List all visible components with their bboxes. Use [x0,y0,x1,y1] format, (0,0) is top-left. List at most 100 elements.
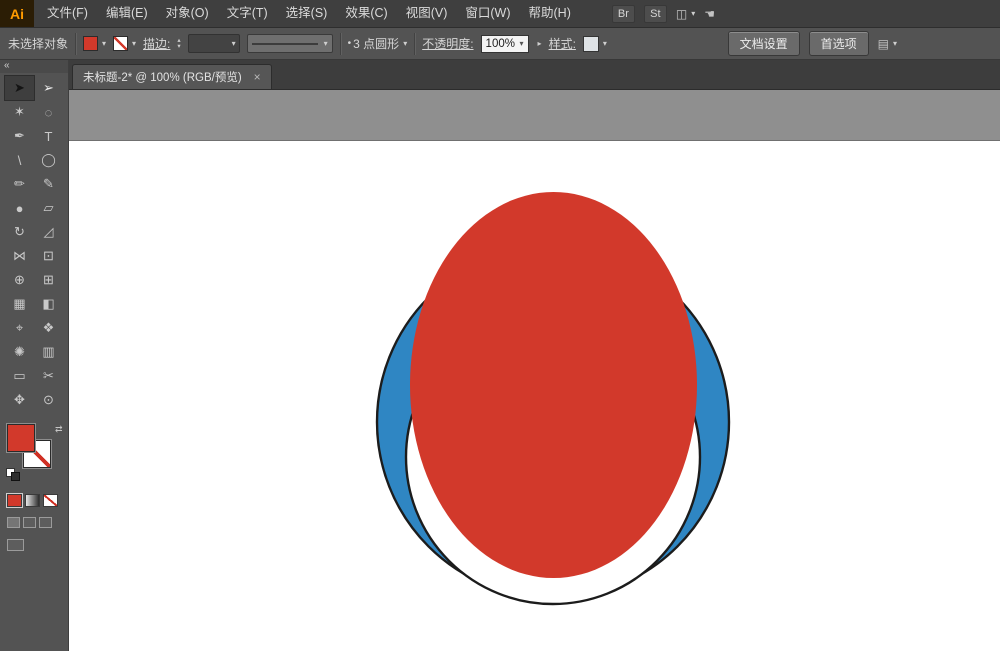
panel-menu-icon: ▤ [877,36,889,51]
line-segment-tool[interactable]: \ [5,148,34,172]
pencil-tool[interactable]: ✎ [34,172,63,196]
style-label[interactable]: 样式: [549,35,576,52]
draw-behind-button[interactable] [23,517,36,528]
direct-selection-tool[interactable]: ➢ [34,76,63,100]
opacity-label[interactable]: 不透明度: [422,35,473,52]
perspective-grid-tool[interactable]: ⊞ [34,268,63,292]
document-area: 未标题-2* @ 100% (RGB/预览) × [69,60,1000,651]
style-dropdown[interactable]: ▾ [582,35,607,52]
color-mode-button[interactable] [6,493,23,508]
lasso-tool[interactable]: ◌ [34,100,63,124]
paintbrush-tool[interactable]: ✏ [5,172,34,196]
symbol-sprayer-tool[interactable]: ✺ [5,340,34,364]
separator [414,32,416,55]
menu-effect[interactable]: 效果(C) [336,0,396,27]
style-swatch-icon [582,35,599,52]
control-bar-right: 文档设置 首选项 ▤ ▾ [727,31,897,56]
width-profile-dropdown[interactable]: ▾ [246,34,333,53]
hand-stamp-icon[interactable]: ☚ [704,7,715,21]
pen-tool[interactable]: ✒ [5,124,34,148]
artwork-layer [375,192,731,606]
rotate-tool[interactable]: ↻ [5,220,34,244]
document-tab[interactable]: 未标题-2* @ 100% (RGB/预览) × [72,64,272,89]
stroke-weight-stepper[interactable]: ▴ ▾ [177,37,181,50]
chevron-down-icon: ▾ [892,39,897,48]
arrange-documents-icon: ◫ [675,6,688,21]
default-fill-stroke-icon[interactable] [6,468,22,482]
stroke-swatch-icon [113,36,129,51]
column-graph-tool[interactable]: ▥ [34,340,63,364]
chevron-down-icon: ▾ [132,39,137,48]
menu-file[interactable]: 文件(F) [38,0,97,27]
tab-close-icon[interactable]: × [254,70,261,84]
separator [75,32,77,55]
screen-mode-button[interactable] [7,539,24,551]
chevron-down-icon: ▾ [102,39,107,48]
red-ellipse-shape[interactable] [410,192,697,578]
control-bar: 未选择对象 ▾ ▾ 描边: ▴ ▾ ▾ ▾ • 3 点圆形 ▾ 不透明度: 10… [0,28,1000,60]
brush-preview-icon: • [347,38,352,49]
type-tool[interactable]: T [34,124,63,148]
menu-view[interactable]: 视图(V) [397,0,457,27]
stroke-color-control[interactable]: ▾ [113,36,136,51]
document-setup-button[interactable]: 文档设置 [727,31,800,56]
document-tab-bar: 未标题-2* @ 100% (RGB/预览) × [69,60,1000,90]
draw-inside-button[interactable] [39,517,52,528]
chevron-down-icon: ▾ [602,39,607,48]
artboard-tool[interactable]: ▭ [5,364,34,388]
chevron-down-icon: ▾ [519,39,524,48]
menu-object[interactable]: 对象(O) [157,0,218,27]
illustrator-window: Ai 文件(F) 编辑(E) 对象(O) 文字(T) 选择(S) 效果(C) 视图(V) 窗口… [0,0,1000,651]
menu-window[interactable]: 窗口(W) [456,0,519,27]
menu-type[interactable]: 文字(T) [218,0,277,27]
arrange-documents-button[interactable]: ◫ ▾ [676,7,695,21]
blob-brush-tool[interactable]: ● [5,196,34,220]
app-logo: Ai [0,0,34,27]
hand-tool[interactable]: ✥ [5,388,34,412]
width-tool[interactable]: ⋈ [5,244,34,268]
fill-color-control[interactable]: ▾ [83,36,106,51]
bridge-button[interactable]: Br [611,4,635,23]
brush-definition-dropdown[interactable]: • 3 点圆形 ▾ [348,35,408,52]
canvas[interactable] [69,90,1000,651]
menubar: Ai 文件(F) 编辑(E) 对象(O) 文字(T) 选择(S) 效果(C) 视图(V) 窗口… [0,0,1000,28]
blend-tool[interactable]: ❖ [34,316,63,340]
none-mode-button[interactable] [43,494,58,507]
eraser-tool[interactable]: ▱ [34,196,63,220]
panel-menu-button[interactable]: ▤ ▾ [878,37,897,51]
ellipse-tool[interactable]: ◯ [34,148,63,172]
scale-tool[interactable]: ◿ [34,220,63,244]
chevron-down-icon: ▾ [403,39,408,48]
menu-help[interactable]: 帮助(H) [520,0,580,27]
swap-fill-stroke-icon[interactable]: ⇄ [55,424,63,435]
stroke-weight-label[interactable]: 描边: [143,35,170,52]
opacity-combo[interactable]: 100% ▾ [480,34,529,53]
selection-tool[interactable]: ➤ [4,75,35,101]
eyedropper-tool[interactable]: ⌖ [5,316,34,340]
free-transform-tool[interactable]: ⊡ [34,244,63,268]
drawing-modes-row [7,517,68,528]
draw-normal-button[interactable] [7,517,20,528]
menu-edit[interactable]: 编辑(E) [97,0,157,27]
preferences-button[interactable]: 首选项 [808,31,869,56]
width-profile-preview [251,42,318,45]
stepper-down-icon: ▾ [177,42,181,50]
tool-grid: ➤ ➢ ✶ ◌ ✒ T \ ◯ ✏ ✎ ● ▱ ↻ ◿ ⋈ ⊡ ⊕ ⊞ ▦ ◧ ⌖ ❖ ✺ ▥ ▭ ✂ ✥ ⊙ [0,75,68,412]
toolbar-collapse-button[interactable]: « [0,60,68,73]
shape-builder-tool[interactable]: ⊕ [5,268,34,292]
gradient-mode-button[interactable] [25,494,40,507]
mesh-tool[interactable]: ▦ [5,292,34,316]
color-mode-row [6,493,68,508]
stroke-weight-combo[interactable]: ▾ [187,34,240,53]
stock-button[interactable]: St [643,4,667,23]
menu-select[interactable]: 选择(S) [277,0,337,27]
brush-definition-value: 3 点圆形 [353,37,400,51]
fill-proxy-swatch[interactable] [7,424,35,452]
menu-list: 文件(F) 编辑(E) 对象(O) 文字(T) 选择(S) 效果(C) 视图(V) 窗口(W)… [38,0,580,27]
magic-wand-tool[interactable]: ✶ [5,100,34,124]
slice-tool[interactable]: ✂ [34,364,63,388]
gradient-tool[interactable]: ◧ [34,292,63,316]
opacity-expand-icon[interactable]: ▸ [538,39,542,48]
zoom-tool[interactable]: ⊙ [34,388,63,412]
work-area: « ➤ ➢ ✶ ◌ ✒ T \ ◯ ✏ ✎ ● ▱ ↻ ◿ ⋈ ⊡ ⊕ ⊞ ▦ ◧ ⌖ ❖ ✺ ▥ ▭ ✂ ✥ ⊙ ⇄ [0,60,1000,651]
